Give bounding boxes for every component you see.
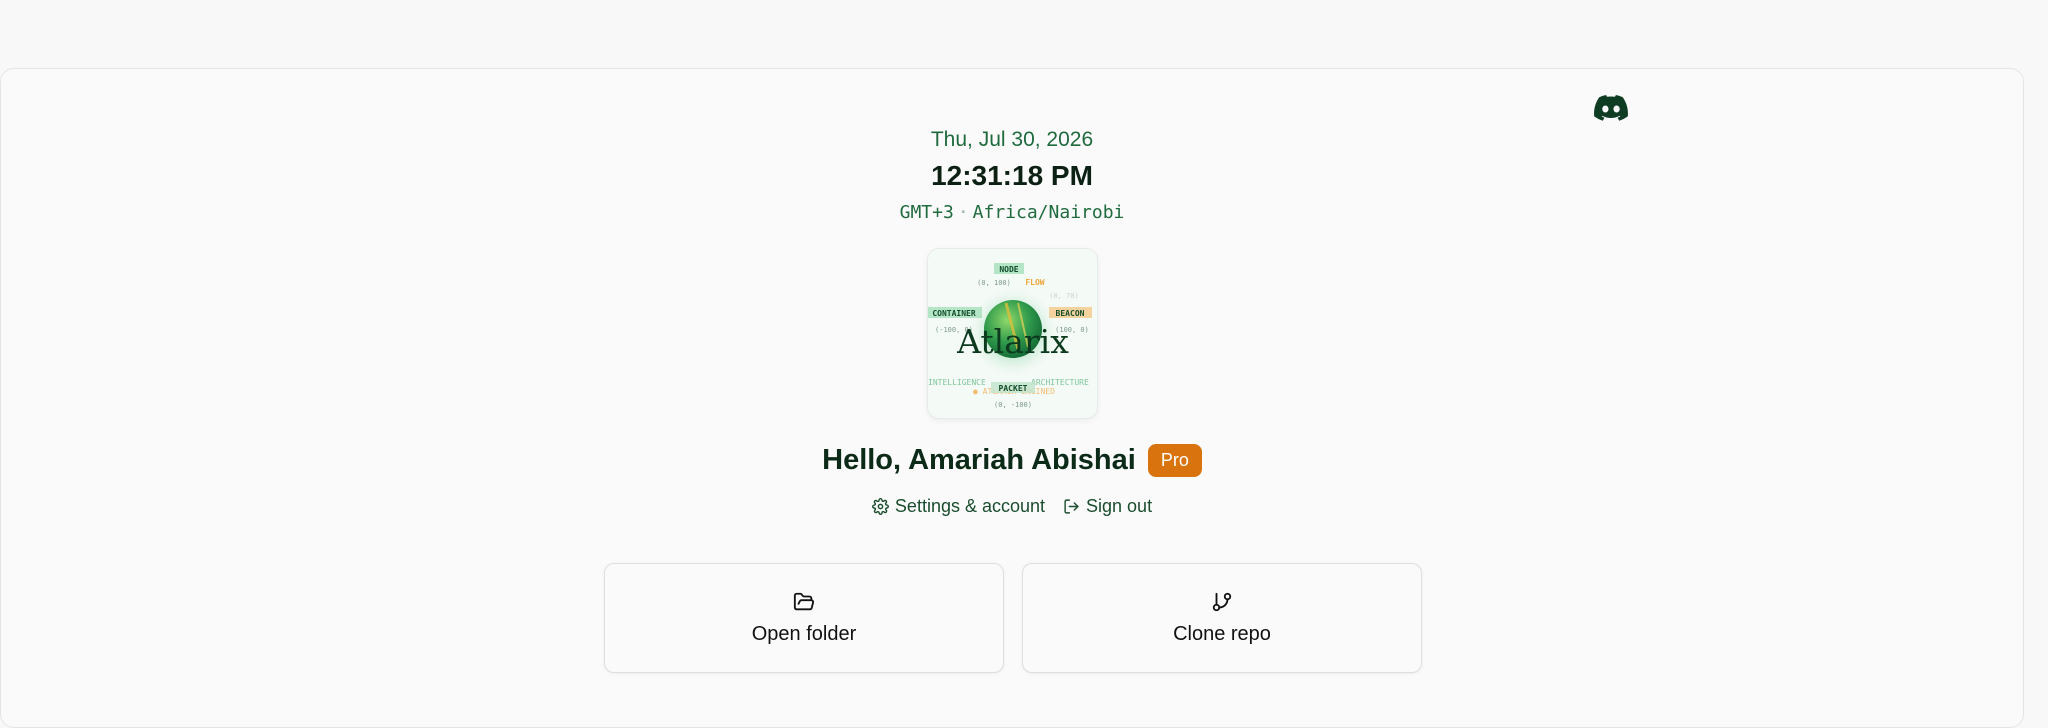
settings-account-label: Settings & account [894,495,1046,516]
clone-repo-label: Clone repo [1173,622,1271,645]
logo-wordmark: Atlarix [956,322,1069,361]
app-logo: NODE (0, 100) FLOW (0, 70) CONTAINER BEA… [927,248,1098,419]
settings-account-link[interactable]: Settings & account [871,495,1046,517]
greeting-row: Hello, Amariah Abishai Pro [0,438,2024,482]
gmt-offset: GMT+3 [899,202,954,223]
timezone-name: Africa/Nairobi [972,202,1125,223]
greeting-heading: Hello, Amariah Abishai [822,443,1136,476]
folder-open-icon [793,591,815,613]
logo-label-packet-coord: (0, -100) [994,401,1032,409]
logo-label-flow-coord: (0, 70) [1049,292,1079,300]
logo-label-node-coord: (0, 100) [977,279,1011,287]
git-branch-icon [1211,591,1233,613]
clone-repo-button[interactable]: Clone repo [1022,563,1422,673]
tz-separator: · [957,202,969,223]
plan-badge: Pro [1147,443,1202,477]
logo-label-flow: FLOW [1025,278,1044,287]
discord-icon[interactable] [1594,95,1628,121]
logo-label-beacon: BEACON [1056,309,1085,318]
logo-label-packet: PACKET [999,384,1028,393]
gear-icon [871,497,889,515]
open-folder-button[interactable]: Open folder [604,563,1004,673]
current-time: 12:31:18 PM [931,160,1093,191]
logo-label-container: CONTAINER [932,309,976,318]
logo-label-intelligence: INTELLIGENCE [928,378,986,387]
open-folder-label: Open folder [751,622,857,645]
account-links: Settings & account Sign out [0,492,2024,520]
logo-label-node: NODE [999,265,1018,274]
sign-out-label: Sign out [1086,495,1153,516]
timezone-readout: GMT+3 · Africa/Nairobi [0,202,2024,223]
sign-out-link[interactable]: Sign out [1063,496,1152,517]
top-strip [0,0,2048,68]
logo-label-architecture: ARCHITECTURE [1031,378,1089,387]
sign-out-icon [1063,498,1080,515]
current-date: Thu, Jul 30, 2026 [930,128,1094,151]
